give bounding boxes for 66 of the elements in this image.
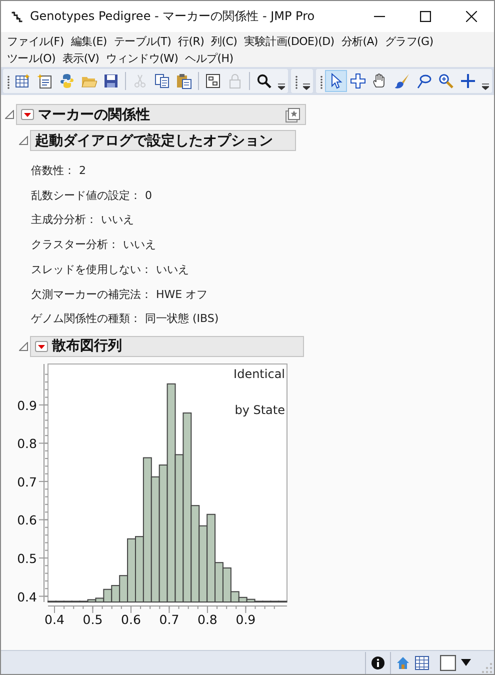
- option-value: 2: [79, 163, 86, 179]
- menu-item[interactable]: 表示(V): [60, 50, 104, 67]
- y-tick-label: 0.8: [17, 436, 37, 452]
- overflow-icon[interactable]: [303, 82, 310, 90]
- option-label: 欠測マーカーの補完法：: [31, 286, 152, 303]
- disclosure-icon[interactable]: [19, 342, 28, 351]
- disclosure-icon[interactable]: [5, 110, 14, 119]
- option-label: クラスター分析：: [31, 237, 119, 254]
- arrow-tool-icon[interactable]: [325, 70, 347, 92]
- option-label: 乱数シード値の設定：: [31, 188, 141, 204]
- menu-item[interactable]: 実験計画(DOE)(D): [242, 33, 340, 50]
- x-tick-label: 0.4: [44, 612, 64, 627]
- home-icon[interactable]: [396, 656, 410, 670]
- option-label: スレッドを使用しない：: [31, 262, 152, 278]
- x-tick-label: 0.8: [198, 612, 218, 627]
- dropdown-menu-icon[interactable]: [21, 109, 34, 120]
- pin-icon[interactable]: [285, 106, 301, 122]
- menu-item[interactable]: テーブル(T): [112, 33, 176, 50]
- menu-item[interactable]: ファイル(F): [5, 33, 69, 50]
- grip-icon[interactable]: [320, 73, 323, 89]
- y-tick-label: 0.9: [17, 398, 37, 413]
- option-value: HWE オフ: [156, 286, 208, 303]
- section-title: 散布図行列: [52, 337, 122, 356]
- x-tick-label: 0.7: [159, 612, 180, 627]
- x-tick-label: 0.9: [236, 612, 256, 627]
- dropdown-menu-icon[interactable]: [35, 340, 48, 352]
- grip-icon[interactable]: [295, 73, 298, 89]
- menu-item[interactable]: ヘルプ(H): [183, 50, 238, 67]
- disclosure-icon[interactable]: [19, 136, 28, 145]
- app-icon: [10, 10, 24, 24]
- color-swatch-icon[interactable]: [440, 654, 456, 670]
- report-title: マーカーの関係性: [38, 106, 150, 124]
- y-tick-label: 0.7: [17, 474, 37, 490]
- overflow-icon[interactable]: [278, 82, 285, 90]
- y-tick-label: 0.4: [17, 589, 37, 604]
- x-tick-label: 0.5: [82, 612, 103, 627]
- menu-item[interactable]: ツール(O): [5, 50, 60, 67]
- overflow-icon[interactable]: [482, 82, 489, 90]
- dropdown-icon[interactable]: [461, 659, 471, 666]
- x-tick-label: 0.6: [121, 612, 141, 627]
- menu-item[interactable]: グラフ(G): [382, 33, 438, 50]
- option-value: いいえ: [101, 212, 134, 228]
- table-icon[interactable]: [415, 656, 429, 670]
- option-label: 倍数性：: [31, 163, 75, 179]
- option-value: 同一状態 (IBS): [145, 311, 219, 328]
- window-title: Genotypes Pedigree - マーカーの関係性 - JMP Pro: [30, 8, 315, 25]
- option-label: 主成分分析：: [31, 212, 97, 228]
- option-value: いいえ: [156, 262, 189, 278]
- option-value: 0: [145, 188, 152, 204]
- option-label: ゲノム関係性の種類：: [31, 311, 141, 328]
- menu-item[interactable]: 分析(A): [339, 33, 383, 50]
- menu-item[interactable]: 列(C): [209, 33, 242, 50]
- resize-grip-icon[interactable]: [482, 662, 492, 672]
- info-icon[interactable]: [371, 656, 385, 670]
- menu-item[interactable]: 編集(E): [68, 33, 112, 50]
- close-icon[interactable]: [466, 11, 476, 22]
- option-value: いいえ: [123, 237, 156, 254]
- menu-item[interactable]: ウィンドウ(W): [104, 50, 184, 67]
- plot-label: Identical: [234, 366, 285, 381]
- grip-icon[interactable]: [7, 73, 10, 89]
- section-title: 起動ダイアログで設定したオプション: [35, 132, 273, 150]
- menu-item[interactable]: 行(R): [176, 33, 210, 50]
- maximize-icon[interactable]: [420, 11, 430, 22]
- plot-label: by State: [234, 402, 285, 417]
- y-tick-label: 0.6: [17, 512, 37, 528]
- y-tick-label: 0.5: [17, 550, 37, 566]
